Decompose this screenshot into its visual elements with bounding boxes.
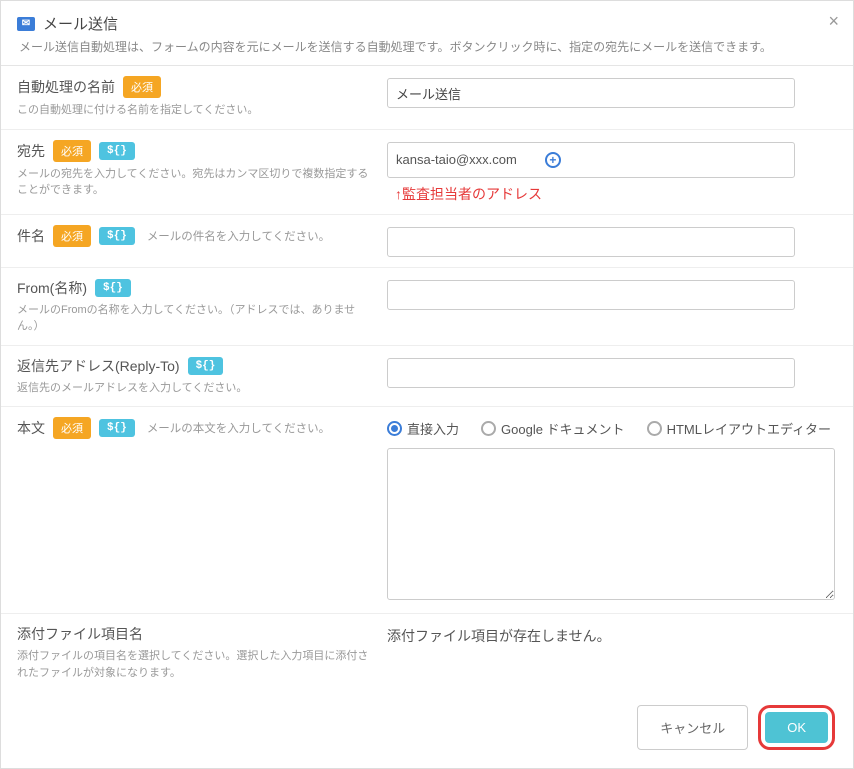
radio-icon — [647, 421, 662, 436]
row-from-name: From(名称) ${} メールのFromの名称を入力してください。（アドレスで… — [1, 268, 853, 346]
row-body: 本文 必須 ${} メールの本文を入力してください。 直接入力 Google ド… — [1, 407, 853, 614]
modal-subtitle: メール送信自動処理は、フォームの内容を元にメールを送信する自動処理です。ボタンク… — [19, 38, 837, 55]
reply-to-label: 返信先アドレス(Reply-To) — [17, 356, 180, 376]
name-input[interactable] — [387, 78, 795, 108]
add-recipient-icon[interactable]: + — [545, 152, 561, 168]
form-body: 自動処理の名前 必須 この自動処理に付ける名前を指定してください。 宛先 必須 … — [1, 66, 853, 691]
radio-icon — [387, 421, 402, 436]
variable-badge[interactable]: ${} — [99, 227, 135, 245]
to-input-box[interactable]: kansa-taio@xxx.com + — [387, 142, 795, 178]
variable-badge[interactable]: ${} — [99, 419, 135, 437]
to-value: kansa-taio@xxx.com — [396, 152, 517, 167]
required-badge: 必須 — [53, 417, 91, 439]
to-label: 宛先 — [17, 141, 45, 161]
required-badge: 必須 — [123, 76, 161, 98]
radio-google-doc-label: Google ドキュメント — [501, 419, 625, 438]
body-label: 本文 — [17, 418, 45, 438]
to-help: メールの宛先を入力してください。宛先はカンマ区切りで複数指定することができます。 — [17, 166, 371, 199]
required-badge: 必須 — [53, 225, 91, 247]
row-subject: 件名 必須 ${} メールの件名を入力してください。 — [1, 215, 853, 268]
attachment-empty-text: 添付ファイル項目が存在しません。 — [387, 628, 611, 644]
body-textarea[interactable] — [387, 448, 835, 600]
variable-badge[interactable]: ${} — [99, 142, 135, 160]
radio-html-editor[interactable]: HTMLレイアウトエディター — [647, 419, 831, 438]
cancel-button[interactable]: キャンセル — [637, 705, 748, 750]
ok-button[interactable]: OK — [765, 712, 828, 743]
reply-to-help: 返信先のメールアドレスを入力してください。 — [17, 380, 371, 397]
body-type-radios: 直接入力 Google ドキュメント HTMLレイアウトエディター — [387, 419, 837, 438]
variable-badge[interactable]: ${} — [95, 279, 131, 297]
subject-input[interactable] — [387, 227, 795, 257]
reply-to-input[interactable] — [387, 358, 795, 388]
subject-help: メールの件名を入力してください。 — [147, 228, 330, 244]
radio-html-editor-label: HTMLレイアウトエディター — [667, 419, 831, 438]
modal-title: メール送信 — [43, 13, 118, 34]
subject-label: 件名 — [17, 226, 45, 246]
row-reply-to: 返信先アドレス(Reply-To) ${} 返信先のメールアドレスを入力してくだ… — [1, 346, 853, 408]
close-button[interactable]: × — [828, 11, 839, 32]
required-badge: 必須 — [53, 140, 91, 162]
mail-icon: ✉ — [17, 17, 35, 31]
body-help: メールの本文を入力してください。 — [147, 420, 330, 436]
name-help: この自動処理に付ける名前を指定してください。 — [17, 102, 371, 119]
radio-icon — [481, 421, 496, 436]
variable-badge[interactable]: ${} — [188, 357, 224, 375]
row-attachment: 添付ファイル項目名 添付ファイルの項目名を選択してください。選択した入力項目に添… — [1, 614, 853, 691]
from-name-input[interactable] — [387, 280, 795, 310]
radio-direct-label: 直接入力 — [407, 419, 459, 438]
radio-direct[interactable]: 直接入力 — [387, 419, 459, 438]
from-name-label: From(名称) — [17, 278, 87, 298]
from-name-help: メールのFromの名称を入力してください。（アドレスでは、ありません。） — [17, 302, 371, 335]
radio-google-doc[interactable]: Google ドキュメント — [481, 419, 625, 438]
modal-header: ✉ メール送信 メール送信自動処理は、フォームの内容を元にメールを送信する自動処… — [1, 1, 853, 66]
to-annotation: ↑監査担当者のアドレス — [395, 184, 837, 204]
mail-send-modal: ✉ メール送信 メール送信自動処理は、フォームの内容を元にメールを送信する自動処… — [0, 0, 854, 769]
attachment-help: 添付ファイルの項目名を選択してください。選択した入力項目に添付されたファイルが対… — [17, 648, 371, 681]
name-label: 自動処理の名前 — [17, 77, 115, 97]
modal-footer: キャンセル OK — [1, 691, 853, 768]
ok-highlight-annotation: OK — [758, 705, 835, 750]
attachment-label: 添付ファイル項目名 — [17, 624, 143, 644]
row-name: 自動処理の名前 必須 この自動処理に付ける名前を指定してください。 — [1, 66, 853, 130]
row-to: 宛先 必須 ${} メールの宛先を入力してください。宛先はカンマ区切りで複数指定… — [1, 130, 853, 215]
